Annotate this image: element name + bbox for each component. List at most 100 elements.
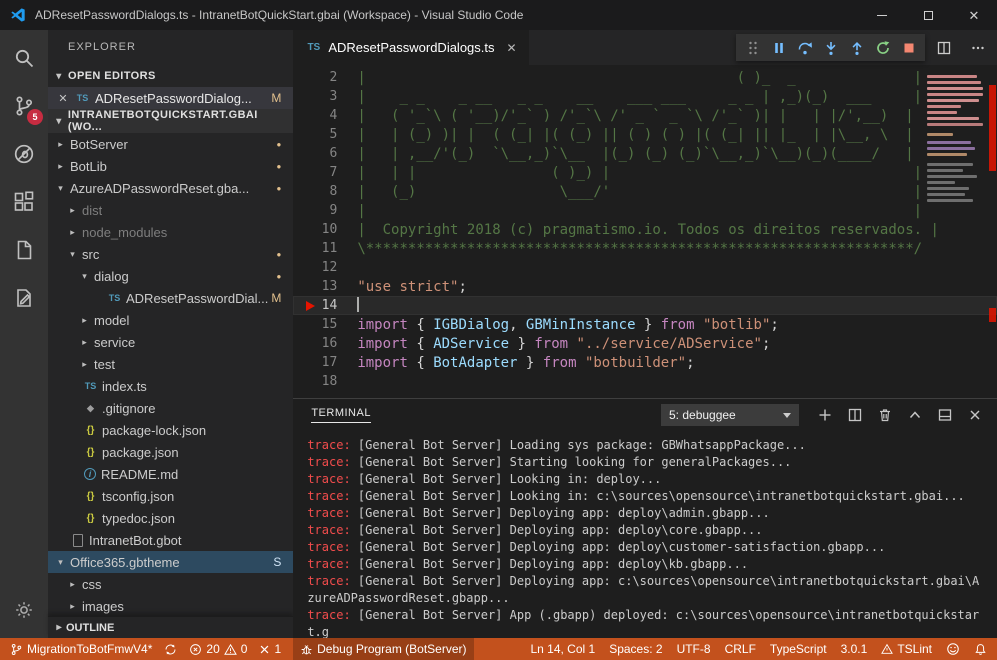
error-ruler-mark (989, 85, 996, 171)
sync-button[interactable] (164, 643, 177, 656)
source-control-button[interactable]: 5 (0, 82, 48, 130)
tab-adresetpassworddialogs[interactable]: TS ADResetPasswordDialogs.ts ✕ (293, 30, 528, 65)
tree-item-azureadpasswordreset-gba[interactable]: ▾AzureADPasswordReset.gba...● (48, 177, 293, 199)
encoding-indicator[interactable]: UTF-8 (677, 642, 711, 656)
minimap-line (927, 117, 979, 120)
code-line-4[interactable]: 4| ( '_`\ ( '__)/'_` ) /'_`\ /' _ ` _ `\… (293, 106, 997, 125)
new-terminal-button[interactable] (813, 403, 837, 427)
restart-button[interactable] (870, 35, 895, 60)
log-level-prefix: trace: (307, 574, 350, 588)
overview-ruler[interactable] (987, 65, 997, 398)
tree-item-test[interactable]: ▸test (48, 353, 293, 375)
terminal-tab[interactable]: TERMINAL (311, 407, 371, 423)
debug-toolbar-drag-handle[interactable] (740, 35, 765, 60)
tree-item-readme-md[interactable]: iREADME.md (48, 463, 293, 485)
tree-item-dialog[interactable]: ▾dialog● (48, 265, 293, 287)
sidebar-title: EXPLORER (48, 30, 293, 65)
code-line-13[interactable]: 13"use strict"; (293, 277, 997, 296)
step-over-button[interactable] (792, 35, 817, 60)
code-text: | | ,__/'(_) `\__,_)`\__ |(_) (_) (_)`\_… (337, 146, 913, 162)
terminal-output[interactable]: trace: [General Bot Server] Loading sys … (293, 431, 997, 638)
feedback-button[interactable] (946, 642, 960, 656)
tree-item-package-json[interactable]: {}package.json (48, 441, 293, 463)
plus-icon (817, 407, 833, 423)
debug-button[interactable] (0, 130, 48, 178)
search-button[interactable] (0, 34, 48, 82)
minimap[interactable] (925, 65, 987, 398)
tree-item-adresetpassworddial[interactable]: TSADResetPasswordDial...M (48, 287, 293, 309)
split-terminal-button[interactable] (843, 403, 867, 427)
tslint-status-item[interactable]: TSLint (881, 642, 932, 656)
tree-item-botserver[interactable]: ▸BotServer● (48, 133, 293, 155)
tree-item-tsconfig-json[interactable]: {}tsconfig.json (48, 485, 293, 507)
extensions-button[interactable] (0, 178, 48, 226)
search-icon (12, 46, 36, 70)
kill-terminal-button[interactable] (873, 403, 897, 427)
tree-item-typedoc-json[interactable]: {}typedoc.json (48, 507, 293, 529)
pause-button[interactable] (766, 35, 791, 60)
code-line-16[interactable]: 16import { ADService } from "../service/… (293, 334, 997, 353)
tree-item-model[interactable]: ▸model (48, 309, 293, 331)
tree-item-images[interactable]: ▸images (48, 595, 293, 616)
tree-item-package-lock-json[interactable]: {}package-lock.json (48, 419, 293, 441)
close-button[interactable]: ✕ (951, 0, 997, 30)
minimize-button[interactable] (859, 0, 905, 30)
maximize-button[interactable] (905, 0, 951, 30)
code-line-8[interactable]: 8| (_) \___/' | (293, 182, 997, 201)
code-line-12[interactable]: 12 (293, 258, 997, 277)
tree-item-dist[interactable]: ▸dist (48, 199, 293, 221)
tree-item-node-modules[interactable]: ▸node_modules (48, 221, 293, 243)
tree-item-src[interactable]: ▾src● (48, 243, 293, 265)
tree-item-service[interactable]: ▸service (48, 331, 293, 353)
open-editors-header[interactable]: ▾ OPEN EDITORS (48, 65, 293, 87)
tree-item-css[interactable]: ▸css (48, 573, 293, 595)
code-area[interactable]: 2| ( )_ _ |3| _ _ _ __ _ _ __ ___ ___ _ … (293, 65, 997, 398)
close-panel-button[interactable] (963, 403, 987, 427)
tree-item-index-ts[interactable]: TSindex.ts (48, 375, 293, 397)
git-branch-item[interactable]: MigrationToBotFmwV4* (10, 642, 152, 656)
edit-view-button[interactable] (0, 274, 48, 322)
outline-section-header[interactable]: ▸ OUTLINE (48, 616, 293, 638)
code-line-17[interactable]: 17import { BotAdapter } from "botbuilder… (293, 353, 997, 372)
code-line-11[interactable]: 11\*************************************… (293, 239, 997, 258)
tree-item-intranetbot-gbot[interactable]: IntranetBot.gbot (48, 529, 293, 551)
code-line-6[interactable]: 6| | ,__/'(_) `\__,_)`\__ |(_) (_) (_)`\… (293, 144, 997, 163)
settings-button[interactable] (0, 586, 48, 634)
code-line-14[interactable]: 14 (293, 296, 997, 315)
problems-item[interactable]: 20 0 (189, 642, 247, 656)
tree-item-gitignore[interactable]: ◆.gitignore (48, 397, 293, 419)
minimap-line (927, 147, 975, 150)
document-view-button[interactable] (0, 226, 48, 274)
close-tab-icon[interactable]: ✕ (507, 41, 517, 55)
close-editor-icon[interactable]: ✕ (56, 92, 70, 105)
line-col-indicator[interactable]: Ln 14, Col 1 (530, 642, 595, 656)
code-line-18[interactable]: 18 (293, 372, 997, 391)
code-line-7[interactable]: 7| | | ( )_) | | (293, 163, 997, 182)
split-editor-button[interactable] (931, 35, 957, 60)
status-indicator-item[interactable]: 1 (259, 642, 281, 656)
code-line-5[interactable]: 5| | (_) )| | ( (_| |( (_) || ( ) ( ) |(… (293, 125, 997, 144)
eol-indicator[interactable]: CRLF (725, 642, 756, 656)
terminal-selector-dropdown[interactable]: 5: debuggee (661, 404, 799, 426)
workspace-section-header[interactable]: ▾ INTRANETBOTQUICKSTART.GBAI (WO... (48, 109, 293, 133)
code-line-2[interactable]: 2| ( )_ _ | (293, 68, 997, 87)
stop-button[interactable] (896, 35, 921, 60)
maximize-panel-button[interactable] (903, 403, 927, 427)
step-into-button[interactable] (818, 35, 843, 60)
more-actions-button[interactable] (965, 35, 991, 60)
tree-item-office365-gbtheme[interactable]: ▾Office365.gbthemeS (48, 551, 293, 573)
step-out-button[interactable] (844, 35, 869, 60)
open-editor-item[interactable]: ✕ TS ADResetPasswordDialog... M (48, 87, 293, 109)
code-line-9[interactable]: 9| | (293, 201, 997, 220)
indent-indicator[interactable]: Spaces: 2 (609, 642, 662, 656)
code-line-3[interactable]: 3| _ _ _ __ _ _ __ ___ ___ _ _ | ,_)(_) … (293, 87, 997, 106)
panel-position-button[interactable] (933, 403, 957, 427)
tree-item-label: AzureADPasswordReset.gba... (70, 181, 249, 196)
code-line-15[interactable]: 15import { IGBDialog, GBMinInstance } fr… (293, 315, 997, 334)
debug-status-item[interactable]: Debug Program (BotServer) (293, 638, 473, 660)
language-indicator[interactable]: TypeScript (770, 642, 827, 656)
tree-item-botlib[interactable]: ▸BotLib● (48, 155, 293, 177)
code-line-10[interactable]: 10| Copyright 2018 (c) pragmatismo.io. T… (293, 220, 997, 239)
notifications-button[interactable] (974, 643, 987, 656)
ts-version-indicator[interactable]: 3.0.1 (841, 642, 868, 656)
